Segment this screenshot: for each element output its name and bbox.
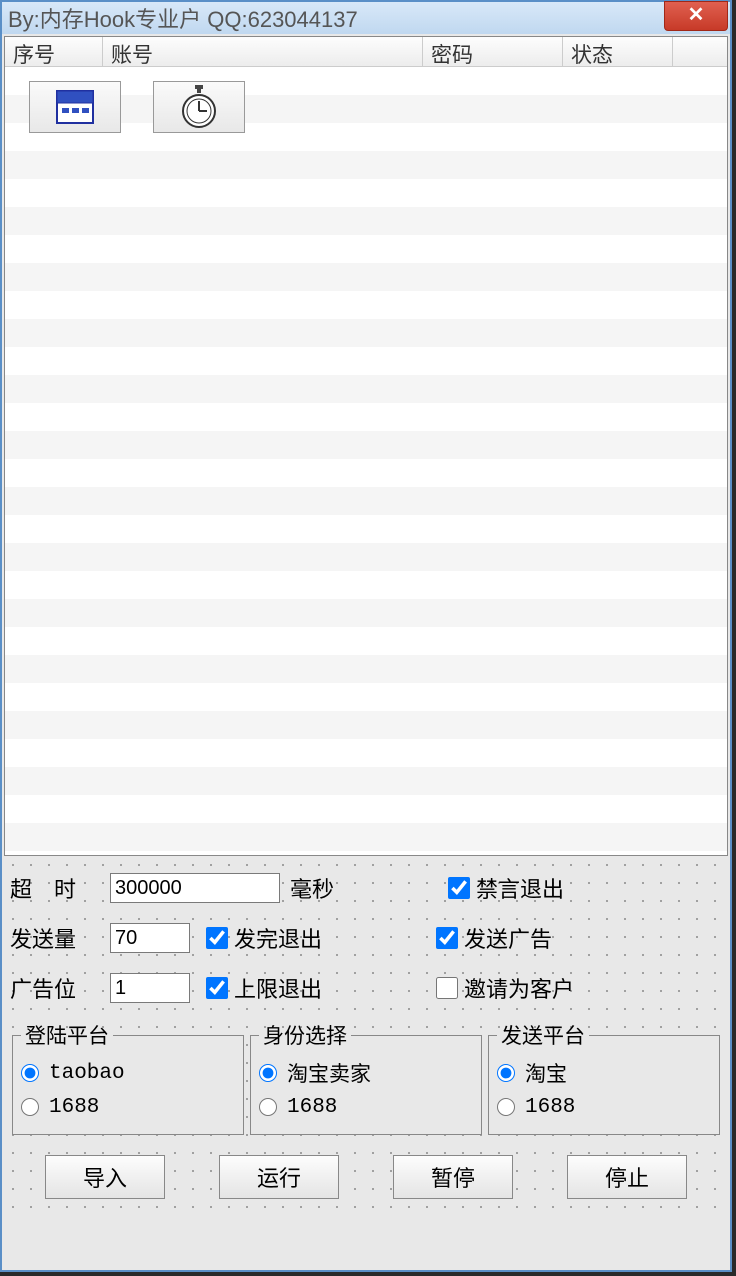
radio-login-taobao[interactable]: taobao [21,1056,235,1090]
close-button[interactable]: ✕ [664,1,728,31]
import-button[interactable]: 导入 [45,1155,165,1199]
calendar-icon [56,90,94,124]
col-spacer [673,37,727,67]
col-status[interactable]: 状态 [563,37,673,67]
col-index[interactable]: 序号 [5,37,103,67]
timeout-label: 超 时 [10,872,102,904]
row-timeout: 超 时 毫秒 禁言退出 [10,866,722,910]
chk-finish-exit-box[interactable] [206,927,228,949]
radio-login-1688[interactable]: 1688 [21,1090,235,1124]
chk-ban-exit-box[interactable] [448,877,470,899]
radio-identity-seller[interactable]: 淘宝卖家 [259,1056,473,1090]
chk-finish-exit[interactable]: 发完退出 [206,922,396,954]
chk-limit-exit-label: 上限退出 [234,972,322,1004]
row-send-count: 发送量 发完退出 发送广告 [10,916,722,960]
pause-button[interactable]: 暂停 [393,1155,513,1199]
group-identity: 身份选择 淘宝卖家 1688 [250,1020,482,1135]
client-area: 序号 账号 密码 状态 [2,34,730,1270]
timeout-unit: 毫秒 [290,872,400,904]
send-count-label: 发送量 [10,922,102,954]
ad-pos-label: 广告位 [10,972,102,1004]
login-platform-legend: 登陆平台 [21,1020,113,1050]
chk-send-ad-box[interactable] [436,927,458,949]
titlebar[interactable]: By:内存Hook专业户 QQ:623044137 ✕ [2,2,730,34]
stop-button[interactable]: 停止 [567,1155,687,1199]
chk-invite-label: 邀请为客户 [464,972,574,1004]
send-count-input[interactable] [110,923,190,953]
chk-ban-exit[interactable]: 禁言退出 [448,872,564,904]
radio-identity-1688[interactable]: 1688 [259,1090,473,1124]
chk-limit-exit-box[interactable] [206,977,228,999]
action-buttons: 导入 运行 暂停 停止 [10,1139,722,1207]
account-listview[interactable]: 序号 账号 密码 状态 [4,36,728,856]
identity-legend: 身份选择 [259,1020,351,1050]
radio-send-1688[interactable]: 1688 [497,1090,711,1124]
listview-body[interactable] [5,67,727,855]
chk-invite[interactable]: 邀请为客户 [436,972,574,1004]
stopwatch-icon [179,85,219,129]
row-ad-pos: 广告位 上限退出 邀请为客户 [10,966,722,1010]
app-window: By:内存Hook专业户 QQ:623044137 ✕ 序号 账号 密码 状态 [0,0,732,1272]
chk-send-ad-label: 发送广告 [464,922,552,954]
run-button[interactable]: 运行 [219,1155,339,1199]
send-platform-legend: 发送平台 [497,1020,589,1050]
chk-ban-exit-label: 禁言退出 [476,872,564,904]
chk-send-ad[interactable]: 发送广告 [436,922,552,954]
chk-limit-exit[interactable]: 上限退出 [206,972,396,1004]
stopwatch-button[interactable] [153,81,245,133]
radio-send-taobao[interactable]: 淘宝 [497,1056,711,1090]
group-send-platform: 发送平台 淘宝 1688 [488,1020,720,1135]
group-login-platform: 登陆平台 taobao 1688 [12,1020,244,1135]
window-title: By:内存Hook专业户 QQ:623044137 [8,2,358,34]
chk-finish-exit-label: 发完退出 [234,922,322,954]
settings-panel: 超 时 毫秒 禁言退出 发送量 发完退出 发送广告 [4,856,728,1211]
group-row: 登陆平台 taobao 1688 身份选择 淘宝卖家 [10,1016,722,1139]
col-account[interactable]: 账号 [103,37,423,67]
ad-pos-input[interactable] [110,973,190,1003]
col-password[interactable]: 密码 [423,37,563,67]
chk-invite-box[interactable] [436,977,458,999]
listview-header: 序号 账号 密码 状态 [5,37,727,67]
calendar-button[interactable] [29,81,121,133]
timeout-input[interactable] [110,873,280,903]
